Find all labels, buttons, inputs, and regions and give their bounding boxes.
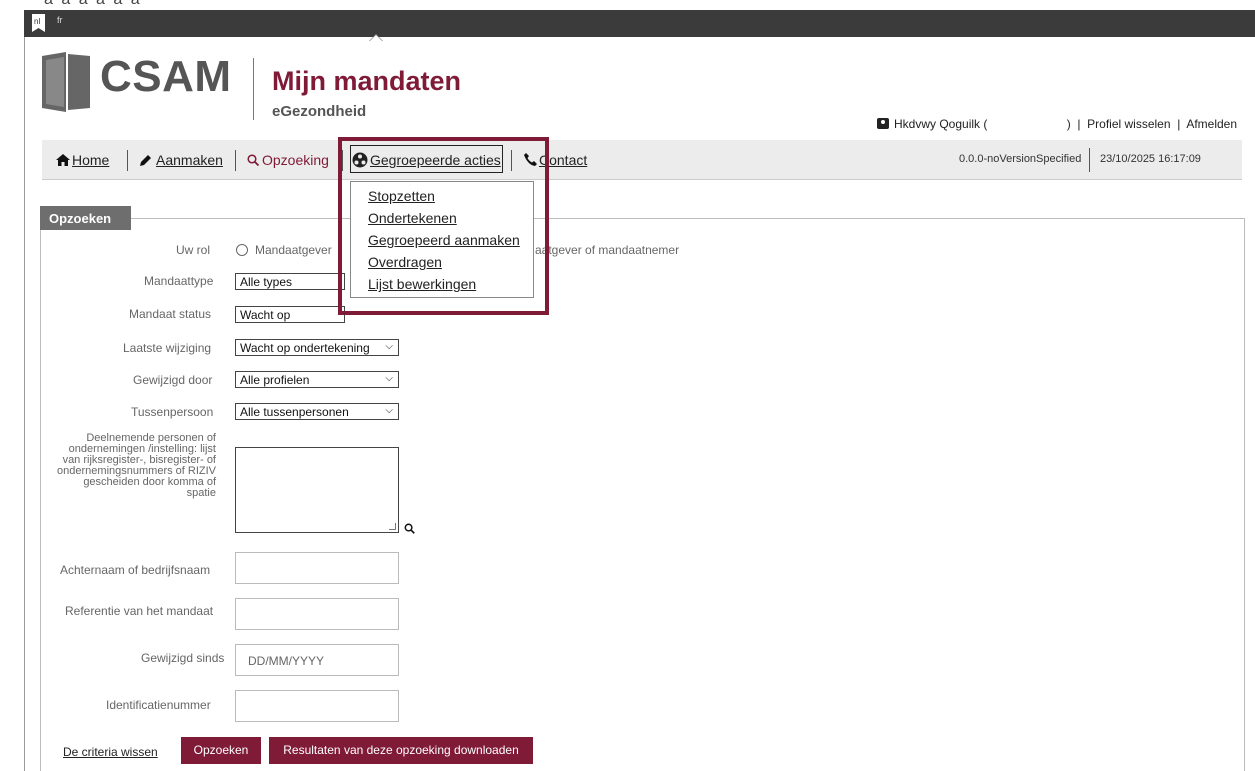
menu-item-overdragen[interactable]: Overdragen <box>368 254 442 270</box>
top-cutoff-text: a a a a a a <box>0 0 1255 10</box>
app-version: 0.0.0-noVersionSpecified <box>959 153 1082 165</box>
nav-contact[interactable]: Contact <box>524 152 587 168</box>
switch-profile-link[interactable]: Profiel wisselen <box>1087 117 1170 131</box>
chevron-down-icon: ⌵ <box>385 373 393 384</box>
lastname-input[interactable] <box>235 552 399 584</box>
search-icon <box>247 154 260 167</box>
app-title: Mijn mandaten <box>272 66 462 96</box>
pencil-icon <box>140 155 151 166</box>
participants-textarea[interactable] <box>235 447 399 533</box>
changed-by-select[interactable]: Alle profielen ⌵ <box>235 371 399 388</box>
language-bar: nl fr <box>24 10 1255 37</box>
role-label: Uw rol <box>176 243 211 257</box>
type-label: Mandaattype <box>144 274 214 288</box>
current-datetime: 23/10/2025 16:17:09 <box>1100 153 1201 165</box>
menu-item-ondertekenen[interactable]: Ondertekenen <box>368 210 457 226</box>
nav-separator <box>127 150 128 171</box>
user-card-icon <box>877 118 889 129</box>
search-button[interactable]: Opzoeken <box>181 737 261 764</box>
nav-grouped-actions-label[interactable]: Gegroepeerde acties <box>352 152 501 168</box>
intermediary-label: Tussenpersoon <box>131 405 214 419</box>
grouped-actions-menu: Stopzetten Ondertekenen Gegroepeerd aanm… <box>350 181 534 298</box>
logo-text: CSAM <box>100 52 232 101</box>
role-option-mandator[interactable]: Mandaatgever <box>236 243 332 257</box>
type-select[interactable]: Alle types <box>235 273 345 290</box>
main-navbar: Home Aanmaken Opzoeking Gegroepeerde act… <box>42 140 1242 180</box>
status-label: Mandaat status <box>129 307 212 321</box>
idnumber-label: Identificatienummer <box>106 698 211 712</box>
left-border <box>24 37 25 771</box>
nav-create[interactable]: Aanmaken <box>139 152 223 168</box>
grouped-actions-icon <box>352 152 368 168</box>
last-change-select[interactable]: Wacht op ondertekening ⌵ <box>235 339 399 356</box>
changed-since-label: Gewijzigd sinds <box>141 651 225 665</box>
nav-separator <box>342 150 343 171</box>
participants-label: Deelnemende personen of ondernemingen /i… <box>57 432 216 499</box>
home-icon <box>56 154 70 166</box>
search-icon[interactable] <box>404 523 415 534</box>
user-name: Hkdvwy Qoguilk ( <box>894 117 988 131</box>
search-panel-title: Opzoeken <box>40 206 131 230</box>
lastname-label: Achternaam of bedrijfsnaam <box>60 563 211 577</box>
reference-label: Referentie van het mandaat <box>65 604 214 618</box>
nav-search[interactable]: Opzoeking <box>247 152 329 168</box>
menu-item-stopzetten[interactable]: Stopzetten <box>368 188 435 204</box>
nav-separator <box>511 150 512 171</box>
chevron-down-icon: ⌵ <box>385 341 393 352</box>
changed-since-input[interactable]: DD/MM/YYYY <box>235 644 399 676</box>
radio-mandator[interactable] <box>236 244 248 256</box>
app-subtitle: eGezondheid <box>272 103 367 120</box>
logout-link[interactable]: Afmelden <box>1186 117 1237 131</box>
intermediary-select[interactable]: Alle tussenpersonen ⌵ <box>235 403 399 420</box>
csam-logo-icon <box>42 52 90 112</box>
status-select[interactable]: Wacht op <box>235 306 345 323</box>
nav-home[interactable]: Home <box>56 152 109 168</box>
logo-divider <box>253 58 254 120</box>
menu-item-gegroepeerd-aanmaken[interactable]: Gegroepeerd aanmaken <box>368 232 520 248</box>
idnumber-input[interactable] <box>235 690 399 722</box>
nav-separator <box>235 150 236 171</box>
search-panel <box>40 218 1245 771</box>
dropdown-caret <box>369 34 383 41</box>
user-name-end: ) <box>1066 117 1071 131</box>
clear-criteria-link[interactable]: De criteria wissen <box>63 745 158 759</box>
changed-by-label: Gewijzigd door <box>133 373 213 387</box>
role-option-both[interactable]: aatgever of mandaatnemer <box>535 243 679 257</box>
language-nl[interactable]: nl <box>32 14 45 32</box>
language-fr[interactable]: fr <box>57 15 63 25</box>
reference-input[interactable] <box>235 598 399 630</box>
download-results-button[interactable]: Resultaten van deze opzoeking downloaden <box>269 737 533 764</box>
phone-icon <box>524 153 537 166</box>
nav-separator <box>1089 148 1090 172</box>
chevron-down-icon: ⌵ <box>385 405 393 416</box>
last-change-label: Laatste wijziging <box>123 341 212 355</box>
menu-item-lijst-bewerkingen[interactable]: Lijst bewerkingen <box>368 276 476 292</box>
user-bar: Hkdvwy Qoguilk ( ) | Profiel wisselen | … <box>877 117 1237 131</box>
